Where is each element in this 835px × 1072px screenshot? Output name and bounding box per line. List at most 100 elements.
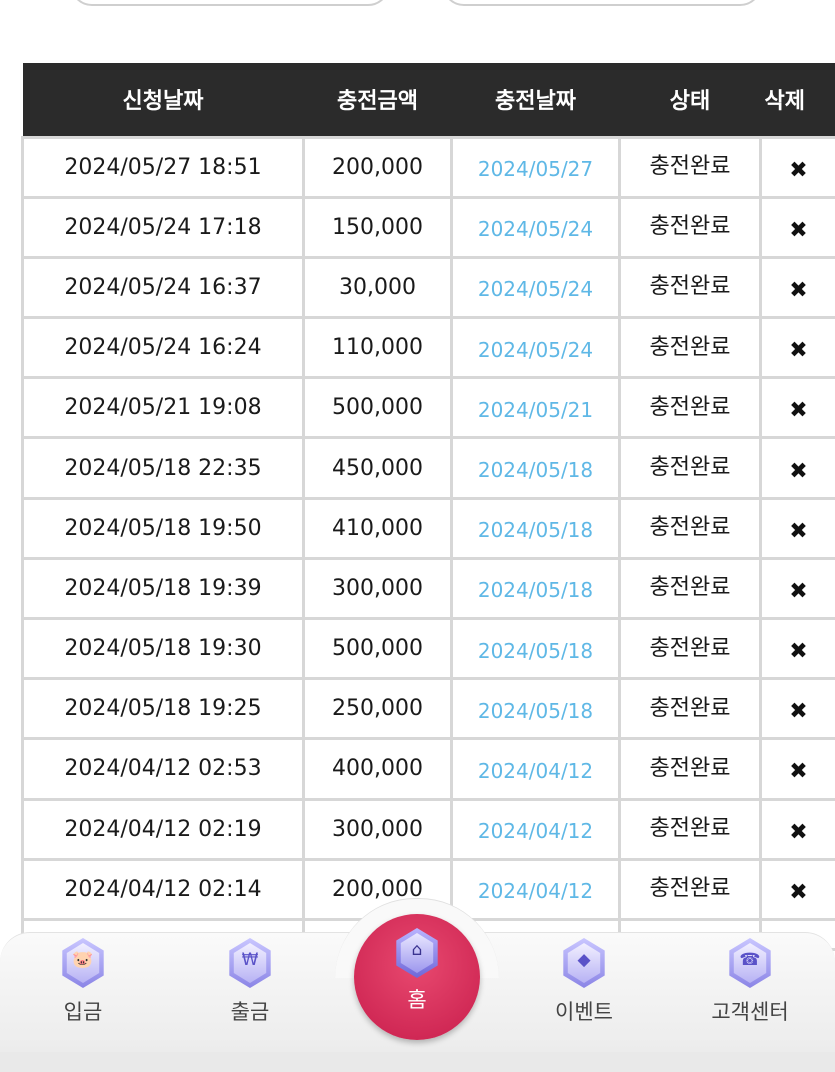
home-button[interactable]: ⌂ 홈 (354, 914, 480, 1040)
table-row: 2024/05/21 19:08 500,000 2024/05/21 충전완료 ✖ (21, 376, 835, 440)
cell-requested-date: 2024/05/18 19:50 (21, 496, 305, 560)
delete-icon[interactable]: ✖ (759, 255, 835, 320)
cell-charge-amount: 500,000 (302, 616, 453, 681)
table-row: 2024/05/18 19:50 410,000 2024/05/18 충전완료 ✖ (21, 496, 835, 560)
cell-charge-amount: 30,000 (302, 255, 453, 320)
delete-icon[interactable]: ✖ (759, 857, 835, 921)
money-bag-icon: ₩ (226, 938, 274, 988)
cell-charge-date: 2024/05/21 (450, 376, 621, 440)
cell-status: 충전완료 (618, 616, 762, 681)
cell-charge-date: 2024/05/18 (450, 616, 621, 681)
cell-status: 충전완료 (618, 195, 762, 259)
cell-charge-amount: 300,000 (302, 556, 453, 621)
home-icon: ⌂ (393, 928, 441, 978)
cell-charge-amount: 110,000 (302, 316, 453, 380)
nav-label-home: 홈 (407, 988, 427, 1012)
delete-icon[interactable]: ✖ (759, 616, 835, 681)
header-status: 상태 (619, 63, 761, 137)
nav-item-event[interactable]: ◆ 이벤트 (524, 938, 644, 1026)
cell-requested-date: 2024/05/24 17:18 (21, 195, 305, 259)
cell-status: 충전완료 (618, 857, 762, 921)
nav-label-deposit: 입금 (63, 1000, 103, 1024)
delete-icon[interactable]: ✖ (759, 195, 835, 259)
top-right-button[interactable] (442, 0, 762, 6)
cell-requested-date: 2024/04/12 02:14 (21, 857, 305, 921)
diamond-icon: ◆ (560, 938, 608, 988)
cell-requested-date: 2024/05/24 16:37 (21, 255, 305, 320)
top-left-button[interactable] (70, 0, 390, 6)
cell-status: 충전완료 (618, 797, 762, 861)
cell-charge-amount: 250,000 (302, 677, 453, 741)
nav-label-event: 이벤트 (555, 1000, 613, 1024)
cell-charge-amount: 150,000 (302, 195, 453, 259)
cell-requested-date: 2024/04/12 02:19 (21, 797, 305, 861)
table-row: 2024/05/24 17:18 150,000 2024/05/24 충전완료 ✖ (21, 195, 835, 259)
cell-charge-date: 2024/05/18 (450, 496, 621, 560)
piggy-bank-icon: 🐷 (59, 938, 107, 988)
cell-requested-date: 2024/05/18 19:39 (21, 556, 305, 621)
cell-charge-amount: 300,000 (302, 797, 453, 861)
table-row: 2024/05/18 19:25 250,000 2024/05/18 충전완료 ✖ (21, 677, 835, 741)
cell-status: 충전완료 (618, 436, 762, 500)
cell-requested-date: 2024/05/27 18:51 (21, 135, 305, 199)
table-header-row: 신청날짜 충전금액 충전날짜 상태 삭제 (22, 63, 835, 137)
delete-icon[interactable]: ✖ (759, 135, 835, 199)
delete-icon[interactable]: ✖ (759, 556, 835, 621)
cell-status: 충전완료 (618, 376, 762, 440)
charge-history-table: 신청날짜 충전금액 충전날짜 상태 삭제 2024/05/27 18:51 200… (21, 63, 835, 951)
nav-label-customer-center: 고객센터 (711, 1000, 789, 1024)
cell-requested-date: 2024/04/12 02:53 (21, 737, 305, 801)
table-row: 2024/05/27 18:51 200,000 2024/05/27 충전완료 ✖ (21, 135, 835, 199)
header-delete: 삭제 (760, 63, 835, 137)
cell-charge-date: 2024/04/12 (450, 737, 621, 801)
cell-charge-date: 2024/05/24 (450, 316, 621, 380)
nav-item-customer-center[interactable]: ☎ 고객센터 (690, 938, 810, 1026)
cell-status: 충전완료 (618, 677, 762, 741)
cell-status: 충전완료 (618, 737, 762, 801)
cell-charge-date: 2024/05/24 (450, 255, 621, 320)
table-row: 2024/05/24 16:24 110,000 2024/05/24 충전완료 ✖ (21, 316, 835, 380)
nav-item-deposit[interactable]: 🐷 입금 (23, 938, 143, 1026)
table-row: 2024/05/24 16:37 30,000 2024/05/24 충전완료 ✖ (21, 255, 835, 320)
nav-label-withdraw: 출금 (230, 1000, 270, 1024)
cell-charge-date: 2024/04/12 (450, 857, 621, 921)
cell-status: 충전완료 (618, 135, 762, 199)
cell-requested-date: 2024/05/18 19:30 (21, 616, 305, 681)
cell-status: 충전완료 (618, 556, 762, 621)
cell-charge-date: 2024/05/18 (450, 677, 621, 741)
table-row: 2024/05/18 19:39 300,000 2024/05/18 충전완료 ✖ (21, 556, 835, 621)
nav-item-withdraw[interactable]: ₩ 출금 (190, 938, 310, 1026)
nav-bottom-strip (0, 1052, 835, 1072)
cell-status: 충전완료 (618, 496, 762, 560)
cell-charge-date: 2024/05/24 (450, 195, 621, 259)
cell-charge-date: 2024/05/18 (450, 436, 621, 500)
cell-status: 충전완료 (618, 316, 762, 380)
cell-requested-date: 2024/05/21 19:08 (21, 376, 305, 440)
cell-charge-amount: 450,000 (302, 436, 453, 500)
cell-requested-date: 2024/05/24 16:24 (21, 316, 305, 380)
table-row: 2024/05/18 22:35 450,000 2024/05/18 충전완료 ✖ (21, 436, 835, 500)
table-body: 2024/05/27 18:51 200,000 2024/05/27 충전완료 ✖ 20… (21, 135, 835, 951)
header-charge-amount: 충전금액 (303, 63, 452, 137)
cell-charge-date: 2024/05/27 (450, 135, 621, 199)
cell-charge-date: 2024/04/12 (450, 797, 621, 861)
bottom-nav-bar: 🐷 입금 ₩ 출금 ⌂ 홈 ◆ 이벤트 ☎ 고객센터 (0, 898, 835, 1072)
customer-support-icon: ☎ (726, 938, 774, 988)
cell-charge-date: 2024/05/18 (450, 556, 621, 621)
delete-icon[interactable]: ✖ (759, 737, 835, 801)
delete-icon[interactable]: ✖ (759, 797, 835, 861)
cell-charge-amount: 410,000 (302, 496, 453, 560)
delete-icon[interactable]: ✖ (759, 316, 835, 380)
delete-icon[interactable]: ✖ (759, 376, 835, 440)
header-charge-date: 충전날짜 (451, 63, 620, 137)
table-row: 2024/04/12 02:19 300,000 2024/04/12 충전완료 ✖ (21, 797, 835, 861)
delete-icon[interactable]: ✖ (759, 436, 835, 500)
delete-icon[interactable]: ✖ (759, 677, 835, 741)
cell-charge-amount: 400,000 (302, 737, 453, 801)
cell-charge-amount: 500,000 (302, 376, 453, 440)
cell-charge-amount: 200,000 (302, 135, 453, 199)
table-row: 2024/05/18 19:30 500,000 2024/05/18 충전완료 ✖ (21, 616, 835, 681)
delete-icon[interactable]: ✖ (759, 496, 835, 560)
table-row: 2024/04/12 02:53 400,000 2024/04/12 충전완료 ✖ (21, 737, 835, 801)
cell-requested-date: 2024/05/18 22:35 (21, 436, 305, 500)
